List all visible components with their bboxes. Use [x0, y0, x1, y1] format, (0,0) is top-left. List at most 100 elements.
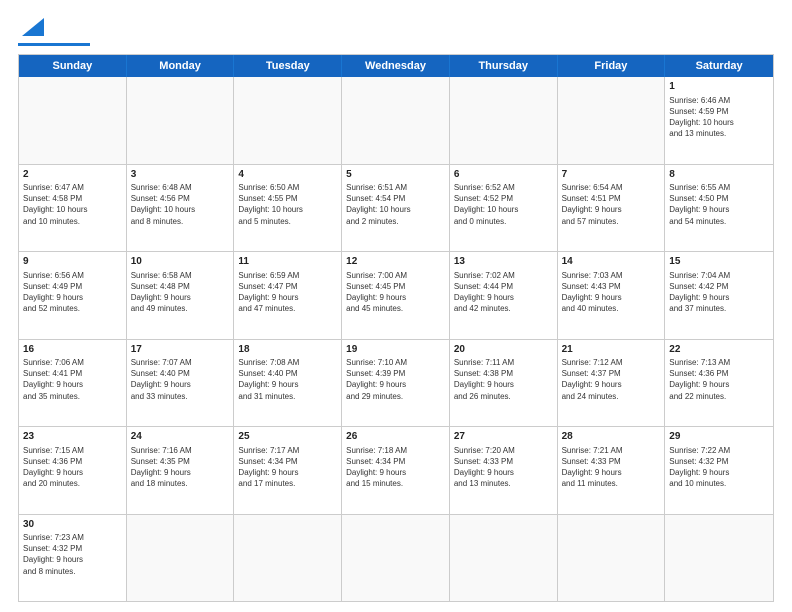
day-info: Sunrise: 6:54 AM Sunset: 4:51 PM Dayligh… [562, 182, 661, 227]
day-info: Sunrise: 7:04 AM Sunset: 4:42 PM Dayligh… [669, 270, 769, 315]
day-info: Sunrise: 7:21 AM Sunset: 4:33 PM Dayligh… [562, 445, 661, 490]
day-cell-9: 9Sunrise: 6:56 AM Sunset: 4:49 PM Daylig… [19, 252, 127, 339]
day-info: Sunrise: 6:58 AM Sunset: 4:48 PM Dayligh… [131, 270, 230, 315]
day-number: 2 [23, 168, 122, 182]
day-number: 14 [562, 255, 661, 269]
day-header-friday: Friday [558, 55, 666, 77]
day-number: 20 [454, 343, 553, 357]
day-info: Sunrise: 6:46 AM Sunset: 4:59 PM Dayligh… [669, 95, 769, 140]
day-info: Sunrise: 7:12 AM Sunset: 4:37 PM Dayligh… [562, 357, 661, 402]
calendar: SundayMondayTuesdayWednesdayThursdayFrid… [18, 54, 774, 602]
logo-triangle-icon [22, 18, 44, 41]
day-number: 12 [346, 255, 445, 269]
day-number: 16 [23, 343, 122, 357]
day-cell-20: 20Sunrise: 7:11 AM Sunset: 4:38 PM Dayli… [450, 340, 558, 427]
day-cell-2: 2Sunrise: 6:47 AM Sunset: 4:58 PM Daylig… [19, 165, 127, 252]
day-info: Sunrise: 6:55 AM Sunset: 4:50 PM Dayligh… [669, 182, 769, 227]
day-cell-10: 10Sunrise: 6:58 AM Sunset: 4:48 PM Dayli… [127, 252, 235, 339]
day-number: 6 [454, 168, 553, 182]
week-row-2: 2Sunrise: 6:47 AM Sunset: 4:58 PM Daylig… [19, 164, 773, 252]
day-cell-8: 8Sunrise: 6:55 AM Sunset: 4:50 PM Daylig… [665, 165, 773, 252]
day-cell-empty [234, 515, 342, 602]
day-cell-empty [19, 77, 127, 164]
week-row-1: 1Sunrise: 6:46 AM Sunset: 4:59 PM Daylig… [19, 77, 773, 164]
day-cell-24: 24Sunrise: 7:16 AM Sunset: 4:35 PM Dayli… [127, 427, 235, 514]
day-number: 26 [346, 430, 445, 444]
day-info: Sunrise: 7:00 AM Sunset: 4:45 PM Dayligh… [346, 270, 445, 315]
day-info: Sunrise: 7:10 AM Sunset: 4:39 PM Dayligh… [346, 357, 445, 402]
week-row-4: 16Sunrise: 7:06 AM Sunset: 4:41 PM Dayli… [19, 339, 773, 427]
day-cell-13: 13Sunrise: 7:02 AM Sunset: 4:44 PM Dayli… [450, 252, 558, 339]
day-number: 22 [669, 343, 769, 357]
day-info: Sunrise: 6:48 AM Sunset: 4:56 PM Dayligh… [131, 182, 230, 227]
day-cell-3: 3Sunrise: 6:48 AM Sunset: 4:56 PM Daylig… [127, 165, 235, 252]
day-cell-1: 1Sunrise: 6:46 AM Sunset: 4:59 PM Daylig… [665, 77, 773, 164]
day-info: Sunrise: 7:07 AM Sunset: 4:40 PM Dayligh… [131, 357, 230, 402]
page: SundayMondayTuesdayWednesdayThursdayFrid… [0, 0, 792, 612]
day-header-monday: Monday [127, 55, 235, 77]
day-info: Sunrise: 7:13 AM Sunset: 4:36 PM Dayligh… [669, 357, 769, 402]
day-header-tuesday: Tuesday [234, 55, 342, 77]
day-cell-21: 21Sunrise: 7:12 AM Sunset: 4:37 PM Dayli… [558, 340, 666, 427]
day-cell-empty [558, 515, 666, 602]
day-number: 29 [669, 430, 769, 444]
day-number: 4 [238, 168, 337, 182]
day-cell-25: 25Sunrise: 7:17 AM Sunset: 4:34 PM Dayli… [234, 427, 342, 514]
day-number: 17 [131, 343, 230, 357]
day-number: 13 [454, 255, 553, 269]
day-cell-4: 4Sunrise: 6:50 AM Sunset: 4:55 PM Daylig… [234, 165, 342, 252]
day-cell-empty [234, 77, 342, 164]
day-cell-19: 19Sunrise: 7:10 AM Sunset: 4:39 PM Dayli… [342, 340, 450, 427]
day-number: 21 [562, 343, 661, 357]
day-info: Sunrise: 7:22 AM Sunset: 4:32 PM Dayligh… [669, 445, 769, 490]
day-number: 18 [238, 343, 337, 357]
day-number: 19 [346, 343, 445, 357]
day-number: 25 [238, 430, 337, 444]
day-info: Sunrise: 7:16 AM Sunset: 4:35 PM Dayligh… [131, 445, 230, 490]
day-number: 27 [454, 430, 553, 444]
weeks: 1Sunrise: 6:46 AM Sunset: 4:59 PM Daylig… [19, 77, 773, 601]
day-info: Sunrise: 7:20 AM Sunset: 4:33 PM Dayligh… [454, 445, 553, 490]
day-number: 28 [562, 430, 661, 444]
day-cell-empty [342, 77, 450, 164]
day-cell-18: 18Sunrise: 7:08 AM Sunset: 4:40 PM Dayli… [234, 340, 342, 427]
day-info: Sunrise: 7:11 AM Sunset: 4:38 PM Dayligh… [454, 357, 553, 402]
day-number: 30 [23, 518, 122, 532]
day-info: Sunrise: 6:56 AM Sunset: 4:49 PM Dayligh… [23, 270, 122, 315]
day-number: 10 [131, 255, 230, 269]
day-header-saturday: Saturday [665, 55, 773, 77]
day-number: 11 [238, 255, 337, 269]
day-number: 15 [669, 255, 769, 269]
day-header-wednesday: Wednesday [342, 55, 450, 77]
day-number: 8 [669, 168, 769, 182]
day-cell-11: 11Sunrise: 6:59 AM Sunset: 4:47 PM Dayli… [234, 252, 342, 339]
day-number: 3 [131, 168, 230, 182]
day-cell-17: 17Sunrise: 7:07 AM Sunset: 4:40 PM Dayli… [127, 340, 235, 427]
day-cell-empty [127, 77, 235, 164]
day-cell-27: 27Sunrise: 7:20 AM Sunset: 4:33 PM Dayli… [450, 427, 558, 514]
day-cell-15: 15Sunrise: 7:04 AM Sunset: 4:42 PM Dayli… [665, 252, 773, 339]
day-cell-empty [127, 515, 235, 602]
day-info: Sunrise: 7:17 AM Sunset: 4:34 PM Dayligh… [238, 445, 337, 490]
day-info: Sunrise: 6:51 AM Sunset: 4:54 PM Dayligh… [346, 182, 445, 227]
day-cell-empty [665, 515, 773, 602]
day-info: Sunrise: 7:18 AM Sunset: 4:34 PM Dayligh… [346, 445, 445, 490]
week-row-3: 9Sunrise: 6:56 AM Sunset: 4:49 PM Daylig… [19, 251, 773, 339]
day-info: Sunrise: 6:59 AM Sunset: 4:47 PM Dayligh… [238, 270, 337, 315]
day-header-thursday: Thursday [450, 55, 558, 77]
day-cell-29: 29Sunrise: 7:22 AM Sunset: 4:32 PM Dayli… [665, 427, 773, 514]
day-cell-30: 30Sunrise: 7:23 AM Sunset: 4:32 PM Dayli… [19, 515, 127, 602]
day-info: Sunrise: 6:50 AM Sunset: 4:55 PM Dayligh… [238, 182, 337, 227]
day-cell-14: 14Sunrise: 7:03 AM Sunset: 4:43 PM Dayli… [558, 252, 666, 339]
logo [18, 18, 90, 46]
day-cell-empty [342, 515, 450, 602]
day-info: Sunrise: 6:47 AM Sunset: 4:58 PM Dayligh… [23, 182, 122, 227]
day-cell-empty [450, 77, 558, 164]
day-info: Sunrise: 7:06 AM Sunset: 4:41 PM Dayligh… [23, 357, 122, 402]
day-number: 7 [562, 168, 661, 182]
day-cell-12: 12Sunrise: 7:00 AM Sunset: 4:45 PM Dayli… [342, 252, 450, 339]
day-info: Sunrise: 7:23 AM Sunset: 4:32 PM Dayligh… [23, 532, 122, 577]
day-info: Sunrise: 7:02 AM Sunset: 4:44 PM Dayligh… [454, 270, 553, 315]
day-cell-6: 6Sunrise: 6:52 AM Sunset: 4:52 PM Daylig… [450, 165, 558, 252]
day-number: 23 [23, 430, 122, 444]
